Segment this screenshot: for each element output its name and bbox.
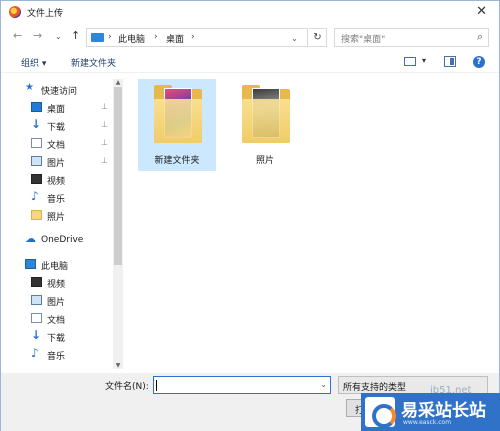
address-row: ← → ⌄ ↑ › 此电脑 › 桌面 › ⌄ ↻ 搜索"桌面" ⌕ [1, 25, 499, 49]
sidebar-item-pc-pictures[interactable]: 图片 [13, 293, 123, 308]
address-bar[interactable]: › 此电脑 › 桌面 › ⌄ [86, 28, 308, 47]
music-icon: ♪ [31, 346, 39, 360]
sidebar-item-label: 快速访问 [41, 87, 78, 97]
sidebar-item-label: 视频 [47, 280, 66, 290]
watermark-url: www.easck.com [403, 419, 452, 426]
organize-button[interactable]: 组织 ▾ [21, 56, 46, 69]
sidebar-item-videos[interactable]: 视频 [13, 172, 123, 187]
view-dropdown[interactable]: ▾ [422, 56, 426, 65]
picture-icon [31, 156, 42, 166]
firefox-icon [9, 6, 21, 18]
up-button[interactable]: ↑ [71, 29, 80, 42]
pin-icon[interactable]: ⊥ [101, 102, 108, 111]
back-button[interactable]: ← [13, 29, 22, 42]
scrollbar-thumb[interactable] [114, 87, 122, 265]
watermark-badge: 易采站长站 www.easck.com [361, 393, 500, 431]
sidebar-item-photos[interactable]: 照片 [13, 208, 123, 223]
help-icon[interactable]: ? [473, 56, 485, 68]
sidebar-item-desktop[interactable]: 桌面 ⊥ [13, 100, 123, 115]
folder-item-new-folder[interactable]: 新建文件夹 [138, 79, 216, 171]
breadcrumb-desktop[interactable]: 桌面 [166, 32, 184, 45]
recent-locations-button[interactable]: ⌄ [55, 32, 62, 41]
forward-button[interactable]: → [33, 29, 42, 42]
sidebar-item-pictures[interactable]: 图片 ⊥ [13, 154, 123, 169]
sidebar-item-label: 桌面 [47, 105, 66, 115]
pin-icon[interactable]: ⊥ [101, 156, 108, 165]
sidebar-item-this-pc[interactable]: 此电脑 [13, 257, 123, 272]
search-icon: ⌕ [476, 30, 483, 43]
document-icon [31, 313, 42, 323]
sidebar-item-label: 文档 [47, 141, 66, 151]
folder-icon [31, 210, 42, 220]
sidebar-item-label: 下载 [47, 123, 66, 133]
refresh-button[interactable]: ↻ [309, 28, 327, 47]
sidebar-item-label: 下载 [47, 334, 66, 344]
breadcrumb-separator[interactable]: › [108, 32, 112, 42]
sidebar-item-label: 文档 [47, 316, 66, 326]
sidebar-item-pc-downloads[interactable]: ↓ 下载 [13, 328, 123, 344]
sidebar-item-onedrive[interactable]: ☁ OneDrive [13, 232, 123, 248]
chevron-down-icon[interactable]: ⌄ [320, 380, 327, 389]
onedrive-icon: ☁ [25, 232, 36, 245]
folder-name: 新建文件夹 [154, 156, 200, 166]
breadcrumb-separator[interactable]: › [191, 32, 195, 42]
download-icon: ↓ [31, 328, 42, 342]
video-icon [31, 174, 42, 184]
computer-icon [25, 259, 36, 269]
watermark-logo-icon [365, 397, 396, 428]
preview-pane-icon[interactable] [444, 56, 456, 67]
new-folder-button[interactable]: 新建文件夹 [71, 56, 116, 69]
search-input[interactable]: 搜索"桌面" ⌕ [334, 28, 489, 47]
toolbar: 组织 ▾ 新建文件夹 ▾ ? [1, 51, 499, 73]
folder-icon [242, 85, 290, 143]
computer-icon [91, 33, 104, 42]
sidebar-item-music[interactable]: ♪ 音乐 [13, 189, 123, 205]
sidebar-item-pc-videos[interactable]: 视频 [13, 275, 123, 290]
filetype-value: 所有支持的类型 [343, 383, 407, 393]
picture-icon [31, 295, 42, 305]
pin-icon[interactable]: ⊥ [101, 138, 108, 147]
close-button[interactable]: ✕ [476, 4, 487, 19]
breadcrumb-separator[interactable]: › [154, 32, 158, 42]
sidebar-item-quick-access[interactable]: ★ 快速访问 [13, 82, 123, 97]
music-icon: ♪ [31, 189, 39, 203]
sidebar-item-pc-music[interactable]: ♪ 音乐 [13, 346, 123, 362]
filename-input[interactable]: ⌄ [153, 376, 331, 394]
star-icon: ★ [25, 82, 34, 93]
view-options-icon[interactable] [404, 57, 416, 66]
file-list: 新建文件夹 照片 [126, 77, 496, 369]
address-dropdown[interactable]: ⌄ [289, 34, 300, 46]
search-placeholder: 搜索"桌面" [341, 35, 386, 45]
video-icon [31, 277, 42, 287]
window-title: 文件上传 [27, 9, 64, 19]
filename-label: 文件名(N): [105, 382, 149, 392]
download-icon: ↓ [31, 117, 42, 131]
sidebar-item-documents[interactable]: 文档 ⊥ [13, 136, 123, 151]
sidebar-scrollbar[interactable]: ▲ ▼ [113, 79, 123, 369]
sidebar-item-label: 照片 [47, 213, 66, 223]
file-upload-dialog: 文件上传 ✕ ← → ⌄ ↑ › 此电脑 › 桌面 › ⌄ ↻ 搜索"桌面" ⌕… [0, 0, 500, 431]
sidebar-item-pc-documents[interactable]: 文档 [13, 311, 123, 326]
title-bar: 文件上传 ✕ [1, 1, 499, 23]
navigation-pane: ★ 快速访问 桌面 ⊥ ↓ 下载 ⊥ 文档 ⊥ 图片 ⊥ 视频 ♪ 音乐 照片 … [13, 77, 123, 369]
folder-item-photos[interactable]: 照片 [226, 79, 304, 171]
sidebar-item-label: 此电脑 [41, 262, 69, 272]
desktop-icon [31, 102, 42, 112]
folder-icon [154, 85, 202, 143]
sidebar-item-label: 图片 [47, 159, 66, 169]
breadcrumb-this-pc[interactable]: 此电脑 [118, 32, 145, 45]
pin-icon[interactable]: ⊥ [101, 120, 108, 129]
sidebar-item-label: 图片 [47, 298, 66, 308]
sidebar-item-label: 视频 [47, 177, 66, 187]
sidebar-item-label: OneDrive [41, 235, 84, 245]
sidebar-item-label: 音乐 [47, 352, 66, 362]
scroll-down-arrow-icon[interactable]: ▼ [113, 362, 123, 369]
sidebar-item-downloads[interactable]: ↓ 下载 ⊥ [13, 117, 123, 133]
document-icon [31, 138, 42, 148]
scroll-up-arrow-icon[interactable]: ▲ [113, 79, 123, 86]
folder-name: 照片 [255, 156, 274, 166]
sidebar-item-label: 音乐 [47, 195, 66, 205]
watermark-text: 易采站长站 [401, 401, 486, 421]
text-caret [156, 380, 157, 391]
